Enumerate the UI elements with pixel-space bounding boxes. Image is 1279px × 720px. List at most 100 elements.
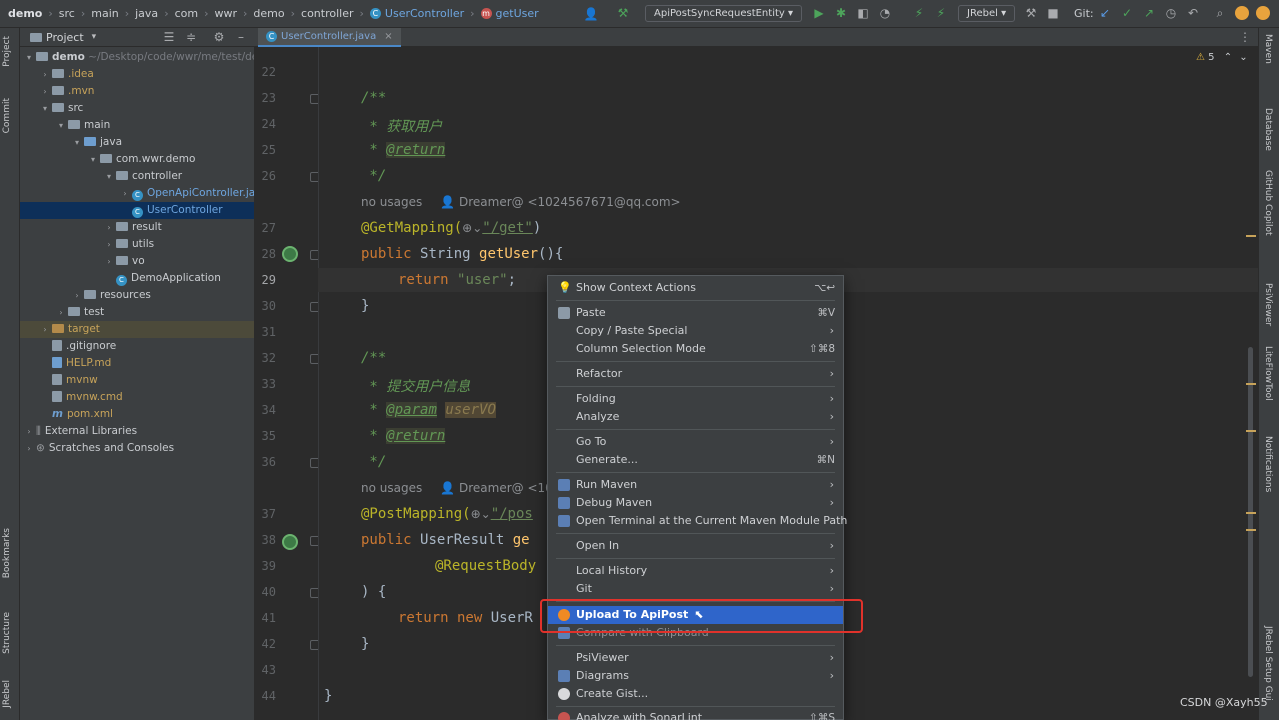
tree-item-demoapplication[interactable]: C DemoApplication <box>20 270 254 287</box>
tree-item-test[interactable]: › test <box>20 304 254 321</box>
more-tabs-icon[interactable]: ⋮ <box>1236 30 1254 44</box>
git-update-icon[interactable]: ↙ <box>1096 6 1114 20</box>
menu-item-debug-maven[interactable]: Debug Maven › <box>548 494 843 512</box>
tree-item-vo[interactable]: › vo <box>20 253 254 270</box>
error-stripe-mark[interactable] <box>1246 235 1256 237</box>
menu-item-column-selection-mode[interactable]: Column Selection Mode ⇧⌘8 <box>548 340 843 358</box>
tree-item-result[interactable]: › result <box>20 219 254 236</box>
menu-item-show-context-actions[interactable]: 💡 Show Context Actions ⌥↩ <box>548 279 843 297</box>
breadcrumb-getuser[interactable]: getUser <box>496 7 539 20</box>
tree-item-helpmd[interactable]: HELP.md <box>20 355 254 372</box>
jrebel-debug-icon[interactable]: ⚡ <box>932 6 950 20</box>
menu-item-open-terminal-maven[interactable]: Open Terminal at the Current Maven Modul… <box>548 512 847 530</box>
breadcrumb-src[interactable]: src <box>59 7 75 20</box>
jrebel-setup-tool-button[interactable]: JRebel Setup Gui <box>1263 626 1273 701</box>
hide-panel-icon[interactable]: – <box>232 30 250 44</box>
jrebel-select[interactable]: JRebel ▾ <box>958 5 1016 22</box>
breadcrumb-demo[interactable]: demo <box>8 7 42 20</box>
database-tool-button[interactable]: Database <box>1263 108 1273 151</box>
menu-item-diagrams[interactable]: Diagrams › <box>548 667 843 685</box>
tree-item-target[interactable]: › target <box>20 321 254 338</box>
bookmarks-tool-button[interactable]: Bookmarks <box>2 528 12 578</box>
expand-all-icon[interactable]: ☰ <box>160 30 178 44</box>
breadcrumb-controller[interactable]: controller <box>301 7 353 20</box>
menu-item-local-history[interactable]: Local History › <box>548 562 843 580</box>
menu-item-folding[interactable]: Folding › <box>548 390 843 408</box>
tree-item-idea[interactable]: › .idea <box>20 66 254 83</box>
close-icon[interactable]: × <box>384 31 392 42</box>
notifications-tool-button[interactable]: Notifications <box>1263 436 1273 492</box>
breadcrumb-wwr[interactable]: wwr <box>215 7 238 20</box>
plugin-icon[interactable] <box>1256 6 1270 20</box>
globe-icon[interactable]: ⊕⌄ <box>471 507 491 521</box>
tree-item-pomxml[interactable]: m pom.xml <box>20 406 254 423</box>
menu-item-create-gist[interactable]: Create Gist... <box>548 685 843 703</box>
jrebel-sync-icon[interactable]: ⚒ <box>1022 6 1040 20</box>
collapse-all-icon[interactable]: ≑ <box>182 30 200 44</box>
project-tool-button[interactable]: Project <box>2 36 12 67</box>
structure-tool-button[interactable]: Structure <box>2 612 12 654</box>
profile-icon[interactable]: ◔ <box>876 6 894 20</box>
menu-item-psiviewer[interactable]: PsiViewer › <box>548 649 843 667</box>
search-icon[interactable]: ⌕ <box>1211 6 1229 21</box>
menu-item-analyze-sonarlint[interactable]: Analyze with SonarLint ⇧⌘S <box>548 709 843 720</box>
menu-item-go-to[interactable]: Go To › <box>548 433 843 451</box>
git-commit-icon[interactable]: ✓ <box>1118 6 1136 20</box>
usages-hint[interactable]: no usages <box>361 481 422 495</box>
tree-item-scratches[interactable]: › ⊛ Scratches and Consoles <box>20 440 254 457</box>
tree-item-mvnwcmd[interactable]: mvnw.cmd <box>20 389 254 406</box>
author-hint[interactable]: Dreamer@ <1024567671@qq.com> <box>459 195 681 209</box>
coverage-icon[interactable]: ◧ <box>854 6 872 20</box>
menu-item-copy-paste-special[interactable]: Copy / Paste Special › <box>548 322 843 340</box>
liteflow-tool-button[interactable]: LiteFlowTool <box>1263 346 1273 401</box>
debug-icon[interactable]: ✱ <box>832 6 850 20</box>
menu-item-paste[interactable]: Paste ⌘V <box>548 304 843 322</box>
jrebel-run-icon[interactable]: ⚡ <box>910 6 928 20</box>
menu-item-generate[interactable]: Generate... ⌘N <box>548 451 843 469</box>
run-icon[interactable]: ▶ <box>810 6 828 20</box>
maven-tool-button[interactable]: Maven <box>1263 34 1273 64</box>
tree-item-gitignore[interactable]: .gitignore <box>20 338 254 355</box>
tree-item-external-libraries[interactable]: › ⫼ External Libraries <box>20 423 254 440</box>
tree-item-java[interactable]: ▾ java <box>20 134 254 151</box>
tree-item-utils[interactable]: › utils <box>20 236 254 253</box>
tree-item-demo[interactable]: ▾ demo ~/Desktop/code/wwr/me/test/de <box>20 49 254 66</box>
chevron-down-icon[interactable]: ▾ <box>92 32 97 42</box>
error-stripe-mark[interactable] <box>1246 512 1256 514</box>
breadcrumb-usercontroller[interactable]: UserController <box>385 7 464 20</box>
menu-item-analyze[interactable]: Analyze › <box>548 408 843 426</box>
rollback-icon[interactable]: ↶ <box>1184 6 1202 20</box>
copilot-tool-button[interactable]: GitHub Copilot <box>1263 170 1273 236</box>
user-icon[interactable]: 👤 <box>582 7 600 21</box>
stop-icon[interactable]: ■ <box>1044 6 1062 20</box>
menu-item-run-maven[interactable]: Run Maven › <box>548 476 843 494</box>
tree-item-openapicontroller[interactable]: › C OpenApiController.ja <box>20 185 254 202</box>
tree-item-main[interactable]: ▾ main <box>20 117 254 134</box>
globe-icon[interactable]: ⊕⌄ <box>462 221 482 235</box>
run-configuration-select[interactable]: ApiPostSyncRequestEntity ▾ <box>645 5 803 22</box>
history-icon[interactable]: ◷ <box>1162 6 1180 20</box>
breadcrumb-com[interactable]: com <box>175 7 199 20</box>
spring-endpoint-icon[interactable] <box>282 246 298 262</box>
build-hammer-icon[interactable]: ⚒ <box>614 6 632 20</box>
breadcrumb-java[interactable]: java <box>135 7 158 20</box>
usages-hint[interactable]: no usages <box>361 195 422 209</box>
menu-item-git[interactable]: Git › <box>548 580 843 598</box>
git-push-icon[interactable]: ↗ <box>1140 6 1158 20</box>
menu-item-open-in[interactable]: Open In › <box>548 537 843 555</box>
breadcrumb-main[interactable]: main <box>91 7 118 20</box>
commit-tool-button[interactable]: Commit <box>2 98 12 133</box>
settings-gear-icon[interactable]: ⚙ <box>210 30 228 44</box>
project-view-selector[interactable]: Project <box>46 31 84 44</box>
tab-usercontroller[interactable]: C UserController.java × <box>258 28 401 47</box>
tree-item-mvnw[interactable]: mvnw <box>20 372 254 389</box>
tree-item-package[interactable]: ▾ com.wwr.demo <box>20 151 254 168</box>
psiviewer-tool-button[interactable]: PsiViewer <box>1263 283 1273 326</box>
jrebel-tool-button[interactable]: JRebel <box>2 680 12 708</box>
warnings-indicator[interactable]: ⚠ 5 ⌃ ⌄ <box>1196 52 1248 63</box>
tree-item-resources[interactable]: › resources <box>20 287 254 304</box>
tree-item-src[interactable]: ▾ src <box>20 100 254 117</box>
tree-item-usercontroller[interactable]: C UserController <box>20 202 254 219</box>
error-stripe-mark[interactable] <box>1246 529 1256 531</box>
tree-item-controller[interactable]: ▾ controller <box>20 168 254 185</box>
